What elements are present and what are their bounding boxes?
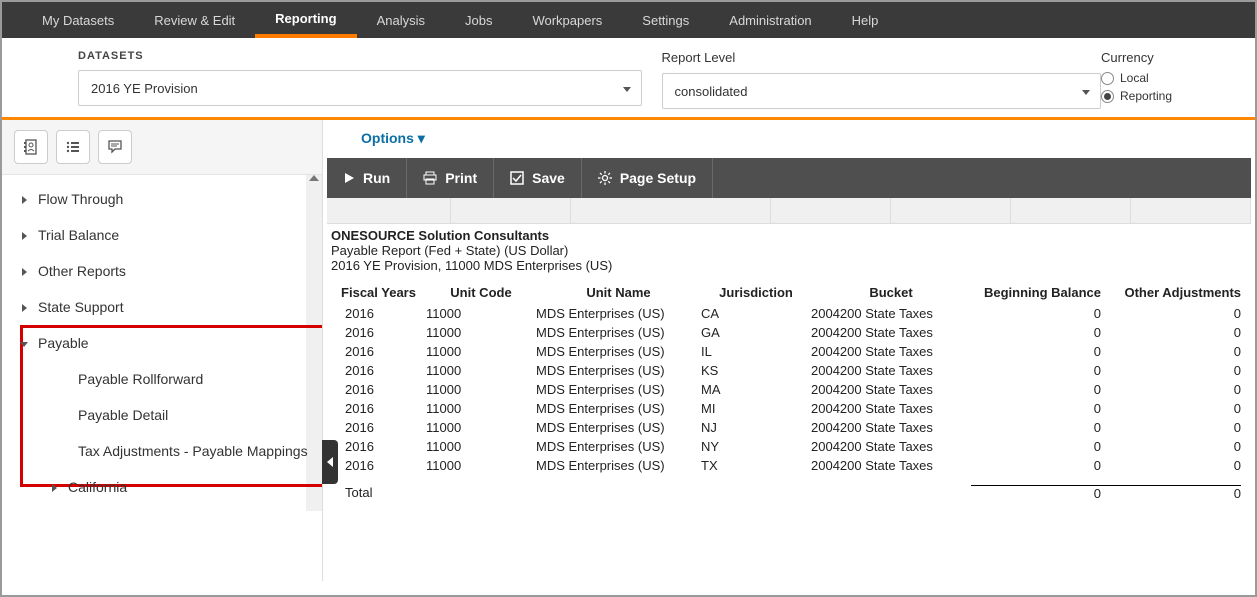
sidebar: Flow Through Trial Balance Other Reports… (2, 120, 323, 581)
tree-item-payable-detail[interactable]: Payable Detail (52, 397, 322, 433)
table-row: 201611000MDS Enterprises (US)TX2004200 S… (331, 456, 1247, 475)
tree-item-california[interactable]: California (12, 469, 322, 505)
total-other-adjustments: 0 (1101, 485, 1241, 501)
report-level-dropdown[interactable]: consolidated (662, 73, 1102, 109)
run-button[interactable]: Run (327, 158, 407, 198)
print-button[interactable]: Print (407, 158, 494, 198)
checkbox-icon (510, 171, 524, 185)
table-row: 201611000MDS Enterprises (US)MI2004200 S… (331, 399, 1247, 418)
report-subtitle: Payable Report (Fed + State) (US Dollar) (331, 243, 1247, 258)
table-row: 201611000MDS Enterprises (US)CA2004200 S… (331, 304, 1247, 323)
tree-item-payable-rollforward[interactable]: Payable Rollforward (52, 361, 322, 397)
report-header: ONESOURCE Solution Consultants Payable R… (323, 224, 1255, 277)
nav-review-edit[interactable]: Review & Edit (134, 2, 255, 38)
selectors-row: DATASETS 2016 YE Provision Report Level … (2, 38, 1255, 120)
list-icon[interactable] (56, 130, 90, 164)
table-row: 201611000MDS Enterprises (US)MA2004200 S… (331, 380, 1247, 399)
col-other-adjustments: Other Adjustments (1101, 285, 1241, 300)
datasets-value: 2016 YE Provision (91, 81, 198, 96)
nav-analysis[interactable]: Analysis (357, 2, 445, 38)
gear-icon (598, 171, 612, 185)
collapse-sidebar-handle[interactable] (322, 440, 338, 484)
tree-item-tax-adjustments[interactable]: Tax Adjustments - Payable Mappings (52, 433, 322, 469)
currency-local-label: Local (1120, 71, 1149, 85)
col-unit-code: Unit Code (426, 285, 536, 300)
report-level-label: Report Level (662, 50, 1102, 65)
col-beginning-balance: Beginning Balance (971, 285, 1101, 300)
col-fiscal-years: Fiscal Years (331, 285, 426, 300)
sidebar-toolbar (2, 120, 322, 175)
nav-help[interactable]: Help (832, 2, 899, 38)
options-dropdown[interactable]: Options ▾ (361, 130, 425, 146)
save-button[interactable]: Save (494, 158, 582, 198)
nav-workpapers[interactable]: Workpapers (512, 2, 622, 38)
currency-reporting-radio[interactable]: Reporting (1101, 89, 1241, 103)
tree-item-other-reports[interactable]: Other Reports (12, 253, 322, 289)
col-jurisdiction: Jurisdiction (701, 285, 811, 300)
report-level-value: consolidated (675, 84, 748, 99)
total-beginning-balance: 0 (971, 485, 1101, 501)
tree-item-trial-balance[interactable]: Trial Balance (12, 217, 322, 253)
datasets-label: DATASETS (78, 50, 642, 62)
nav-reporting[interactable]: Reporting (255, 2, 356, 38)
tree-item-payable[interactable]: Payable (12, 325, 322, 361)
report-panel: Options ▾ Run Print Save (323, 120, 1255, 581)
currency-reporting-label: Reporting (1120, 89, 1172, 103)
currency-local-radio[interactable]: Local (1101, 71, 1241, 85)
report-tree: Flow Through Trial Balance Other Reports… (2, 175, 322, 511)
top-nav: My DatasetsReview & EditReportingAnalysi… (2, 2, 1255, 38)
tree-item-state-support[interactable]: State Support (12, 289, 322, 325)
table-row: 201611000MDS Enterprises (US)GA2004200 S… (331, 323, 1247, 342)
col-bucket: Bucket (811, 285, 971, 300)
column-strip (327, 198, 1251, 224)
print-icon (423, 171, 437, 185)
comment-icon[interactable] (98, 130, 132, 164)
report-table: Fiscal Years Unit Code Unit Name Jurisdi… (323, 277, 1255, 501)
table-row: 201611000MDS Enterprises (US)IL2004200 S… (331, 342, 1247, 361)
table-row: 201611000MDS Enterprises (US)NJ2004200 S… (331, 418, 1247, 437)
nav-jobs[interactable]: Jobs (445, 2, 512, 38)
report-context: 2016 YE Provision, 11000 MDS Enterprises… (331, 258, 1247, 273)
datasets-dropdown[interactable]: 2016 YE Provision (78, 70, 642, 106)
nav-administration[interactable]: Administration (709, 2, 831, 38)
action-bar: Run Print Save Page Setup (327, 158, 1251, 198)
table-row: 201611000MDS Enterprises (US)NY2004200 S… (331, 437, 1247, 456)
table-header: Fiscal Years Unit Code Unit Name Jurisdi… (331, 277, 1247, 304)
col-unit-name: Unit Name (536, 285, 701, 300)
tree-item-flow-through[interactable]: Flow Through (12, 181, 322, 217)
table-total-row: Total 0 0 (331, 475, 1247, 501)
play-icon (343, 172, 355, 184)
report-company: ONESOURCE Solution Consultants (331, 228, 1247, 243)
table-row: 201611000MDS Enterprises (US)KS2004200 S… (331, 361, 1247, 380)
page-setup-button[interactable]: Page Setup (582, 158, 713, 198)
currency-label: Currency (1101, 50, 1241, 65)
contacts-icon[interactable] (14, 130, 48, 164)
nav-settings[interactable]: Settings (622, 2, 709, 38)
total-label: Total (331, 485, 426, 501)
chevron-down-icon: ▾ (418, 130, 425, 146)
nav-my-datasets[interactable]: My Datasets (22, 2, 134, 38)
